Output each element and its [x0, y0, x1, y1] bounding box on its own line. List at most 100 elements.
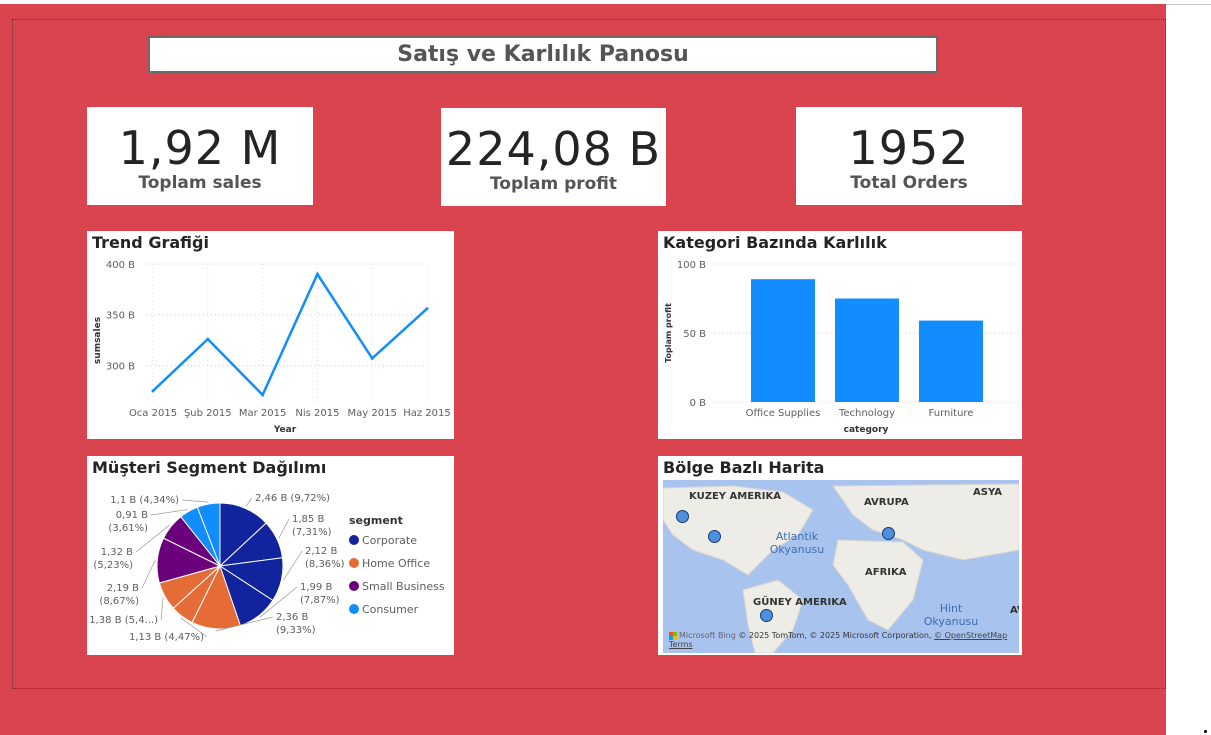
- map-logo-text: Microsoft Bing: [679, 631, 736, 640]
- data-point: [206, 337, 210, 341]
- map-label-edge: AV: [1010, 605, 1019, 616]
- terms-link[interactable]: Terms: [669, 640, 693, 649]
- x-tick-label: Şub 2015: [184, 408, 232, 419]
- data-point: [261, 393, 265, 397]
- data-label: 1,13 B (4,47%): [129, 632, 204, 643]
- x-tick-label: Furniture: [929, 408, 974, 419]
- data-label: (7,31%): [292, 527, 332, 538]
- kpi-card-total-sales[interactable]: 1,92 M Toplam sales: [87, 107, 313, 205]
- x-tick-label: Technology: [838, 408, 895, 419]
- map-bubble-point[interactable]: [760, 609, 773, 622]
- map-bubble-point[interactable]: [708, 530, 721, 543]
- kpi-label: Total Orders: [850, 173, 968, 193]
- x-tick-label: Haz 2015: [403, 408, 451, 419]
- region-map-card[interactable]: Bölge Bazlı Harita KUZEY AMERIKA AVRUPA …: [658, 456, 1022, 655]
- data-label: 2,36 B: [276, 612, 308, 623]
- map-label-atlantic: Atlantik Okyanusu: [769, 530, 825, 556]
- bar-furniture: [919, 320, 983, 402]
- trend-chart-card[interactable]: Trend Grafiği 300 B 350 B 400 B Oca 2015 Şub…: [87, 231, 454, 439]
- kpi-value: 1952: [848, 121, 970, 175]
- bar-technology: [835, 298, 899, 402]
- map-bubble-point[interactable]: [882, 527, 895, 540]
- map-label-europe: AVRUPA: [864, 497, 909, 508]
- data-label: 0,91 B: [116, 510, 148, 521]
- microsoft-logo-icon: [669, 631, 677, 640]
- leader-line: [141, 559, 156, 589]
- leader-line: [160, 597, 164, 621]
- data-point: [315, 272, 319, 276]
- category-profit-card[interactable]: Kategori Bazında Karlılık 0 B 50 B 100 B Of…: [658, 231, 1022, 439]
- kpi-value: 224,08 B: [445, 122, 662, 176]
- map-label-africa: AFRIKA: [865, 567, 907, 578]
- data-label: (9,33%): [276, 625, 316, 636]
- legend-marker: [349, 604, 359, 614]
- segment-pie-chart[interactable]: 2,46 B (9,72%) 1,85 B (7,31%) 2,12 B (8,36%)…: [87, 456, 454, 655]
- data-point: [151, 389, 155, 393]
- leader-line: [245, 497, 253, 507]
- legend-item-corporate: Corporate: [362, 534, 417, 547]
- kpi-label: Toplam sales: [138, 173, 262, 193]
- legend-marker: [349, 558, 359, 568]
- legend-marker: [349, 581, 359, 591]
- bar-office-supplies: [751, 279, 815, 402]
- data-label: 1,85 B: [292, 514, 324, 525]
- series-line: [152, 271, 428, 398]
- data-label: (3,61%): [108, 523, 148, 534]
- x-tick-label: Office Supplies: [746, 408, 821, 419]
- data-label: (5,23%): [93, 560, 133, 571]
- x-tick-label: Oca 2015: [129, 408, 177, 419]
- data-label: 2,12 B: [305, 546, 337, 557]
- data-label: (7,87%): [300, 595, 340, 606]
- map-label-south-america: GÜNEY AMERIKA: [753, 597, 847, 608]
- data-label: (8,36%): [305, 559, 345, 570]
- trend-line-chart[interactable]: 300 B 350 B 400 B Oca 2015 Şub 2015 Mar 2015 N…: [87, 231, 454, 439]
- kpi-card-total-orders[interactable]: 1952 Total Orders: [796, 107, 1022, 205]
- dashboard-title-box[interactable]: Satış ve Karlılık Panosu: [148, 36, 938, 73]
- x-tick-label: Mar 2015: [239, 408, 287, 419]
- leader-line: [278, 518, 290, 539]
- x-axis-title: Year: [273, 425, 297, 435]
- category-bar-chart[interactable]: 0 B 50 B 100 B Office Supplies Technology Fur…: [658, 231, 1022, 439]
- data-label: 2,46 B (9,72%): [255, 493, 330, 504]
- map-label-indian: Hint Okyanusu: [923, 602, 979, 628]
- data-point: [370, 356, 374, 360]
- legend-item-small-business: Small Business: [362, 580, 445, 593]
- legend-item-consumer: Consumer: [362, 603, 419, 616]
- legend-marker: [349, 535, 359, 545]
- data-label: 1,38 B (5,4...): [89, 615, 158, 626]
- map-label-north-america: KUZEY AMERIKA: [689, 491, 781, 502]
- legend-title: segment: [349, 514, 403, 527]
- osm-link[interactable]: © OpenStreetMap: [934, 631, 1007, 640]
- leader-line: [150, 509, 188, 516]
- x-tick-label: May 2015: [348, 408, 397, 419]
- y-tick-label: 400 B: [106, 260, 135, 271]
- y-tick-label: 300 B: [106, 361, 135, 372]
- map-bubble-point[interactable]: [676, 510, 689, 523]
- map-copyright: © 2025 TomTom, © 2025 Microsoft Corporat…: [738, 631, 932, 640]
- data-label: 1,1 B (4,34%): [110, 495, 179, 506]
- data-label: 1,99 B: [300, 582, 332, 593]
- leader-line: [181, 499, 209, 503]
- leader-line: [283, 550, 303, 581]
- kpi-value: 1,92 M: [118, 121, 282, 175]
- stray-dot: [1204, 730, 1207, 733]
- x-axis-title: category: [844, 425, 889, 435]
- y-tick-label: 0 B: [690, 398, 707, 409]
- y-axis-title: Toplam profit: [664, 303, 673, 363]
- map-attribution: Microsoft Bing © 2025 TomTom, © 2025 Mic…: [669, 631, 1019, 649]
- y-tick-label: 350 B: [106, 311, 135, 322]
- y-tick-label: 100 B: [677, 260, 706, 271]
- y-tick-label: 50 B: [683, 329, 706, 340]
- dashboard-title: Satış ve Karlılık Panosu: [397, 42, 689, 67]
- y-axis-title: sumsales: [93, 317, 103, 364]
- kpi-card-total-profit[interactable]: 224,08 B Toplam profit: [441, 108, 666, 206]
- region-map[interactable]: KUZEY AMERIKA AVRUPA ASYA AFRIKA GÜNEY A…: [663, 480, 1019, 653]
- segment-pie-card[interactable]: Müşteri Segment Dağılımı 2,46 B (9,72%) 1…: [87, 456, 454, 655]
- map-label-asia: ASYA: [973, 487, 1002, 498]
- kpi-label: Toplam profit: [489, 174, 618, 194]
- x-tick-label: Nis 2015: [295, 408, 339, 419]
- data-label: 2,19 B: [107, 583, 139, 594]
- data-point: [425, 307, 429, 311]
- data-label: (8,67%): [99, 596, 139, 607]
- map-title: Bölge Bazlı Harita: [663, 458, 825, 477]
